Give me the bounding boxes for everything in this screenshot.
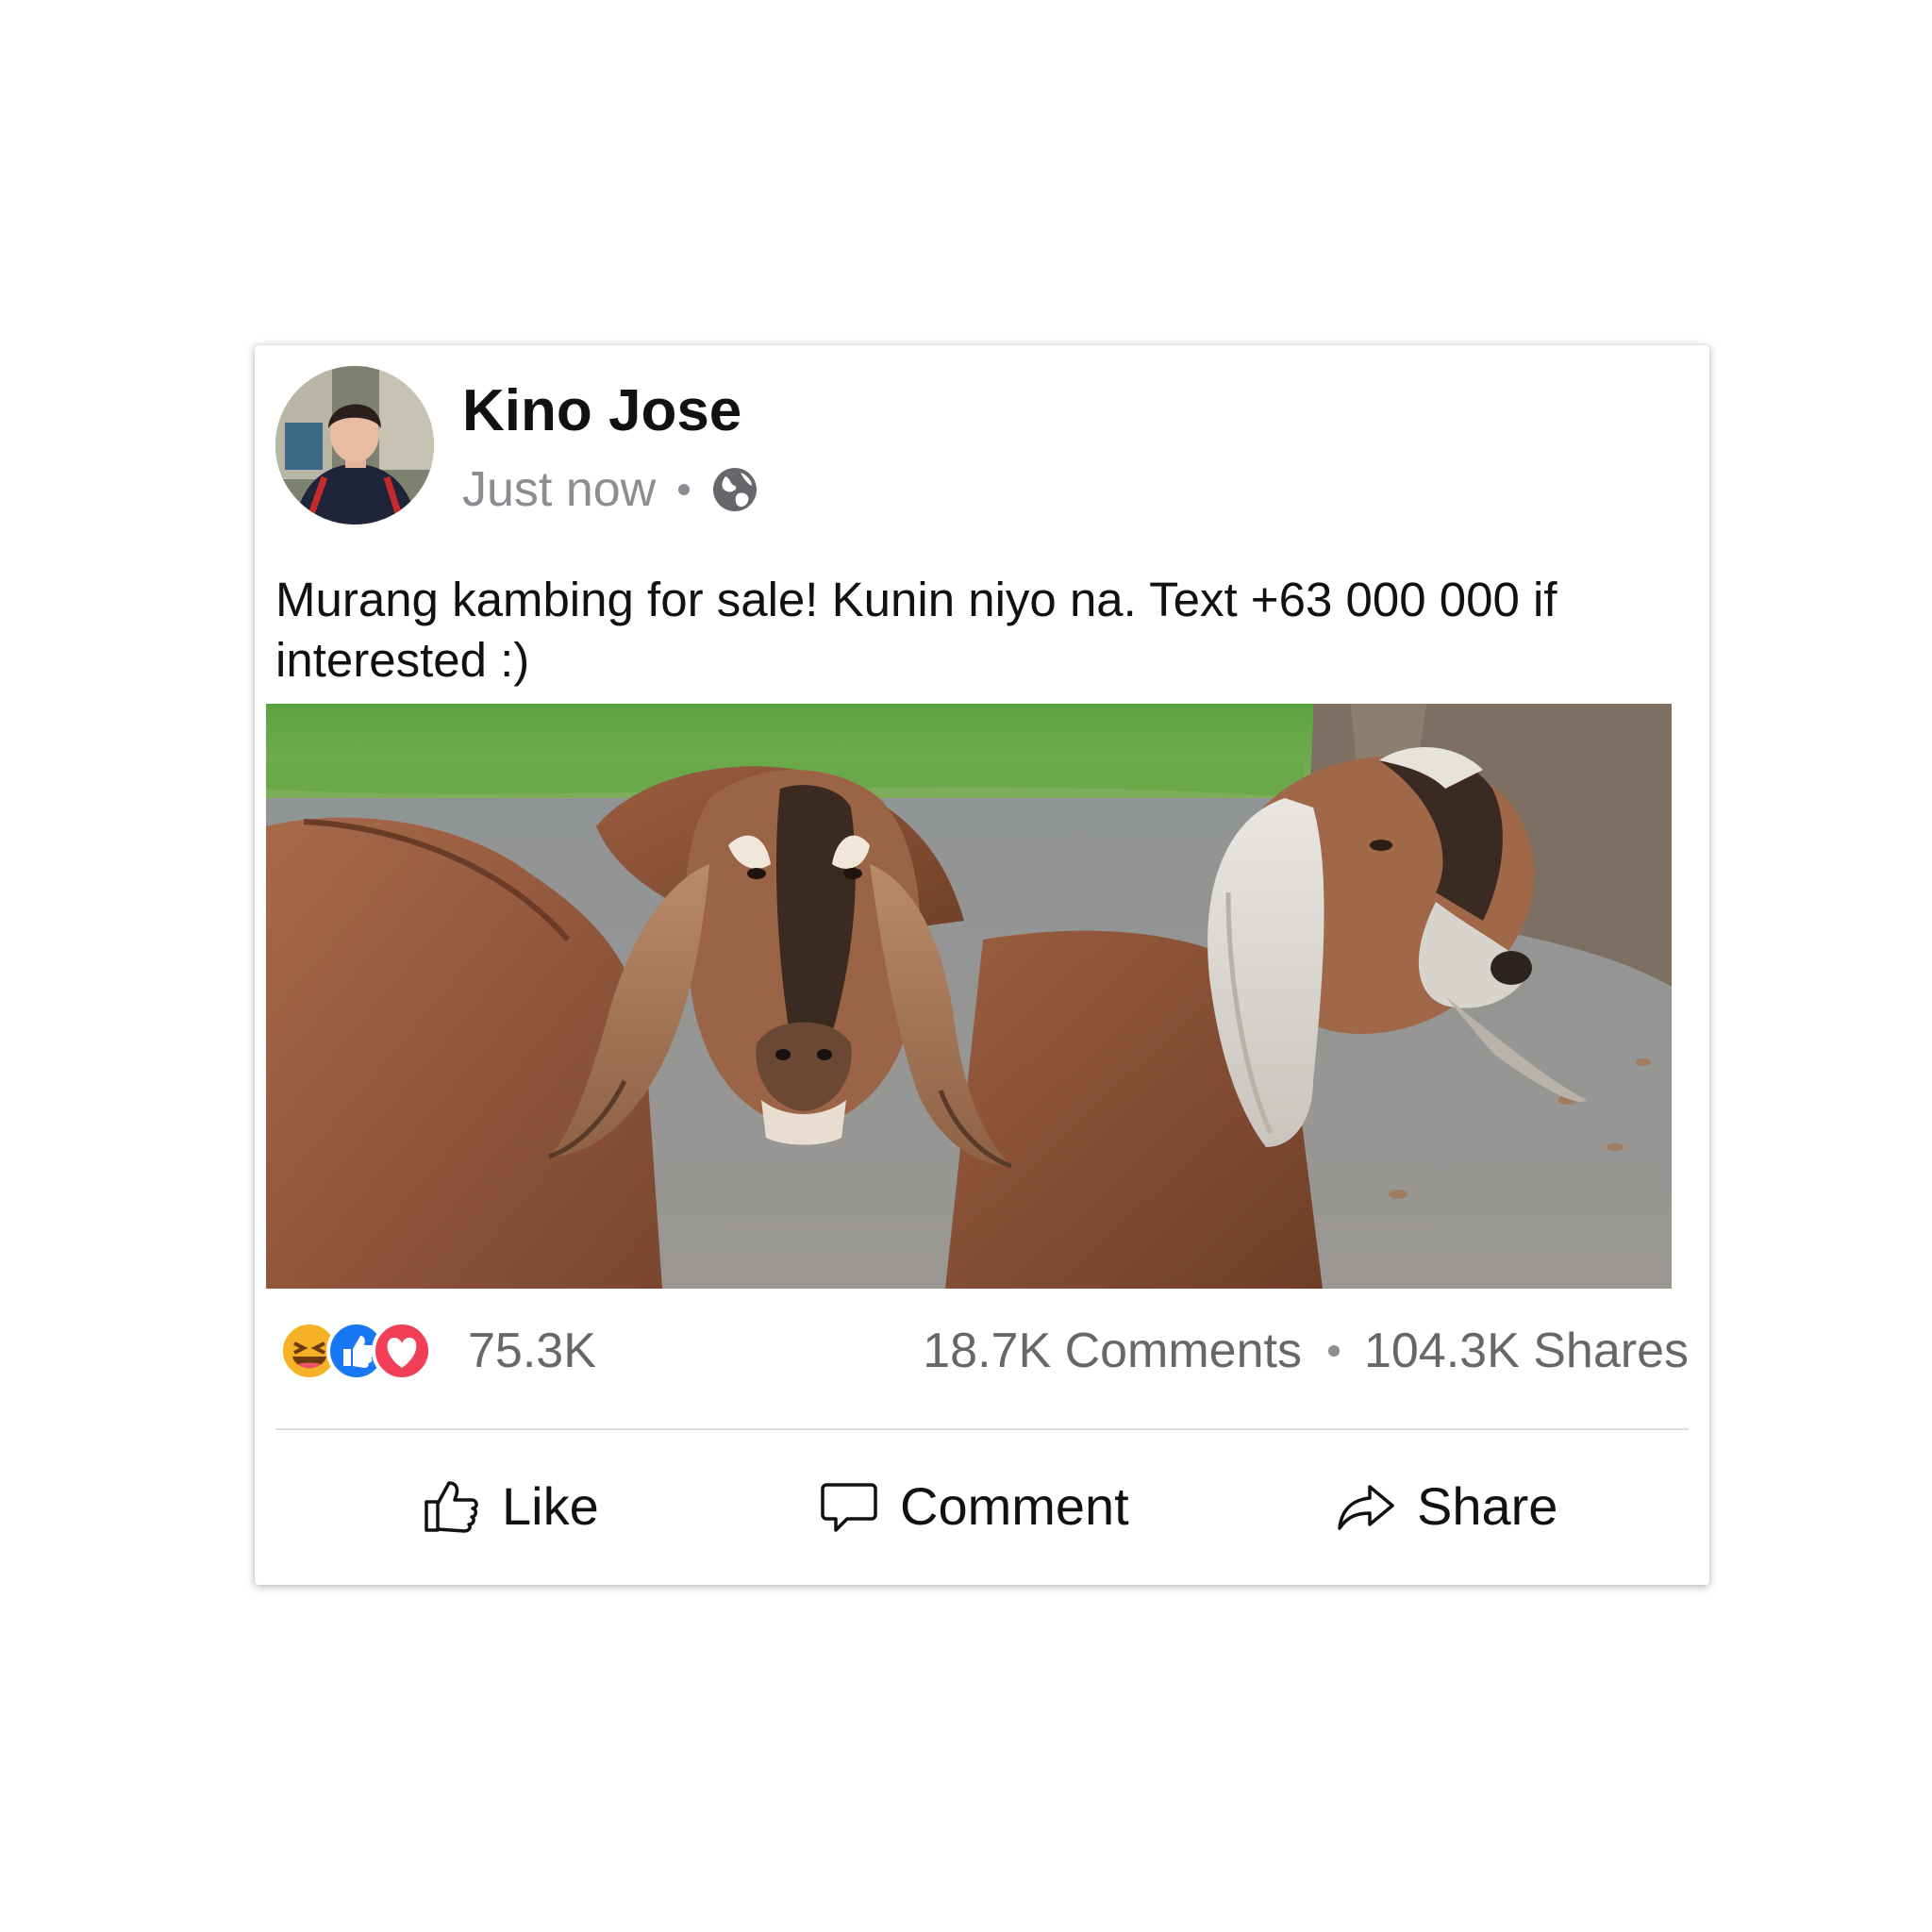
comment-button[interactable]: Comment — [819, 1468, 1129, 1543]
post-timestamp[interactable]: Just now — [462, 461, 656, 518]
post-meta: Just now — [462, 457, 759, 523]
share-button[interactable]: Share — [1336, 1468, 1557, 1543]
separator-dot — [678, 484, 691, 495]
thumbs-up-icon — [425, 1481, 478, 1533]
engagement-stats: 18.7K Comments 104.3K Shares — [923, 1323, 1689, 1379]
share-label: Share — [1417, 1475, 1558, 1536]
avatar-photo — [275, 366, 434, 525]
post-text: Murang kambing for sale! Kunin niyo na. … — [275, 573, 1557, 687]
comments-count[interactable]: 18.7K Comments — [923, 1323, 1302, 1379]
reaction-count[interactable]: 75.3K — [468, 1323, 596, 1379]
love-icon — [372, 1321, 432, 1381]
shares-count[interactable]: 104.3K Shares — [1364, 1323, 1689, 1379]
author-name[interactable]: Kino Jose — [462, 377, 741, 444]
post-photo[interactable] — [266, 704, 1672, 1289]
globe-icon[interactable] — [710, 465, 759, 514]
author-avatar[interactable] — [275, 366, 434, 525]
like-button[interactable]: Like — [421, 1468, 599, 1543]
comment-icon — [821, 1483, 877, 1532]
like-label: Like — [502, 1475, 599, 1536]
separator-dot — [1327, 1345, 1340, 1357]
goats-photo — [266, 704, 1672, 1289]
post-card: Kino Jose Just now Murang kambing for sa… — [255, 345, 1709, 1585]
comment-label: Comment — [900, 1475, 1129, 1536]
share-arrow-icon — [1338, 1485, 1394, 1530]
reaction-icons[interactable] — [277, 1317, 434, 1385]
divider — [275, 1428, 1689, 1430]
